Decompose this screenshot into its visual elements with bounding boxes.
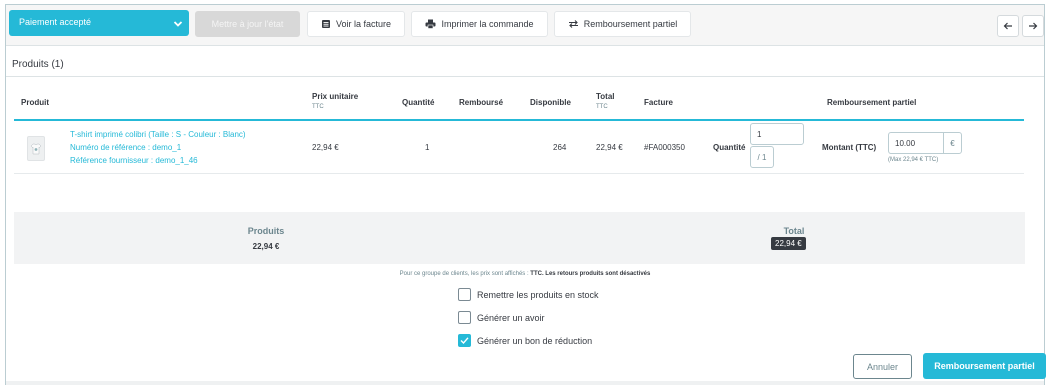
arrow-right-icon bbox=[1029, 22, 1038, 30]
print-order-button[interactable]: Imprimer la commande bbox=[411, 11, 548, 37]
products-panel-title: Produits (1) bbox=[12, 59, 64, 70]
view-invoice-button[interactable]: Voir la facture bbox=[307, 11, 405, 37]
totals-products-value: 22,94 € bbox=[252, 242, 280, 251]
checkmark-icon bbox=[460, 337, 469, 345]
product-name-link[interactable]: T-shirt imprimé colibri (Taille : S - Co… bbox=[70, 129, 246, 140]
order-products-card: Paiement accepté Mettre à jour l'état Vo… bbox=[5, 4, 1046, 385]
previous-order-button[interactable] bbox=[997, 15, 1019, 37]
col-header-partial-refund: Remboursement partiel bbox=[827, 98, 917, 107]
refund-quantity-input[interactable]: 1 bbox=[750, 123, 804, 145]
product-quantity: 1 bbox=[425, 143, 430, 152]
order-status-value: Paiement accepté bbox=[19, 17, 92, 27]
submit-partial-refund-button[interactable]: Remboursement partiel bbox=[923, 353, 1046, 379]
col-header-available: Disponible bbox=[530, 98, 571, 107]
table-header-underline bbox=[14, 119, 1024, 121]
invoice-icon bbox=[321, 20, 330, 28]
totals-total-value: 22,94 € bbox=[771, 237, 806, 250]
currency-addon: € bbox=[943, 132, 962, 154]
col-header-invoice: Facture bbox=[644, 98, 673, 107]
product-supplier-reference: Référence fournisseur : demo_1_46 bbox=[70, 156, 198, 165]
panel-divider bbox=[6, 76, 1044, 77]
update-status-button[interactable]: Mettre à jour l'état bbox=[195, 11, 300, 37]
order-status-select[interactable]: Paiement accepté bbox=[9, 10, 189, 36]
refund-amount-max: (Max 22,94 € TTC) bbox=[888, 157, 939, 163]
refund-amount-input[interactable]: 10.00 bbox=[888, 132, 944, 154]
refund-quantity-label: Quantité bbox=[713, 143, 746, 152]
product-thumbnail bbox=[27, 136, 45, 161]
refund-amount-label: Montant (TTC) bbox=[822, 143, 877, 152]
checkbox-credit-slip[interactable] bbox=[458, 311, 471, 324]
col-header-product: Produit bbox=[21, 98, 49, 107]
refund-quantity-max: / 1 bbox=[750, 146, 774, 168]
col-header-quantity: Quantité bbox=[402, 98, 435, 107]
printer-icon bbox=[425, 19, 436, 29]
order-totals-bar: Produits 22,94 € Total 22,94 € bbox=[14, 212, 1025, 264]
panel-footer-strip bbox=[6, 381, 1044, 385]
col-header-refunded: Remboursé bbox=[459, 98, 504, 107]
next-order-button[interactable] bbox=[1022, 15, 1044, 37]
table-row-divider bbox=[14, 173, 1024, 174]
cancel-button[interactable]: Annuler bbox=[853, 354, 912, 379]
option-voucher[interactable]: Générer un bon de réduction bbox=[458, 334, 592, 347]
product-unit-price: 22,94 € bbox=[312, 143, 339, 152]
partial-refund-button[interactable]: Remboursement partiel bbox=[554, 11, 691, 37]
totals-total-label: Total bbox=[783, 226, 805, 236]
checkbox-restock[interactable] bbox=[458, 288, 471, 301]
product-total: 22,94 € bbox=[596, 143, 623, 152]
col-header-unit-price: Prix unitaire TTC bbox=[312, 92, 359, 110]
product-invoice-number: #FA000350 bbox=[644, 143, 685, 152]
product-reference: Numéro de référence : demo_1 bbox=[70, 143, 182, 152]
totals-products-label: Produits bbox=[247, 226, 285, 236]
checkbox-voucher[interactable] bbox=[458, 334, 471, 347]
chevron-down-icon bbox=[173, 21, 183, 27]
arrow-left-icon bbox=[1003, 22, 1012, 30]
order-actions-toolbar: Paiement accepté Mettre à jour l'état Vo… bbox=[6, 5, 1044, 46]
product-available: 264 bbox=[553, 143, 567, 152]
col-header-total: Total TTC bbox=[596, 92, 615, 110]
option-credit-slip[interactable]: Générer un avoir bbox=[458, 311, 545, 324]
option-restock[interactable]: Remettre les produits en stock bbox=[458, 288, 599, 301]
tax-display-notice: Pour ce groupe de clients, les prix sont… bbox=[399, 271, 651, 277]
tshirt-icon bbox=[30, 143, 42, 154]
exchange-icon bbox=[568, 20, 578, 28]
